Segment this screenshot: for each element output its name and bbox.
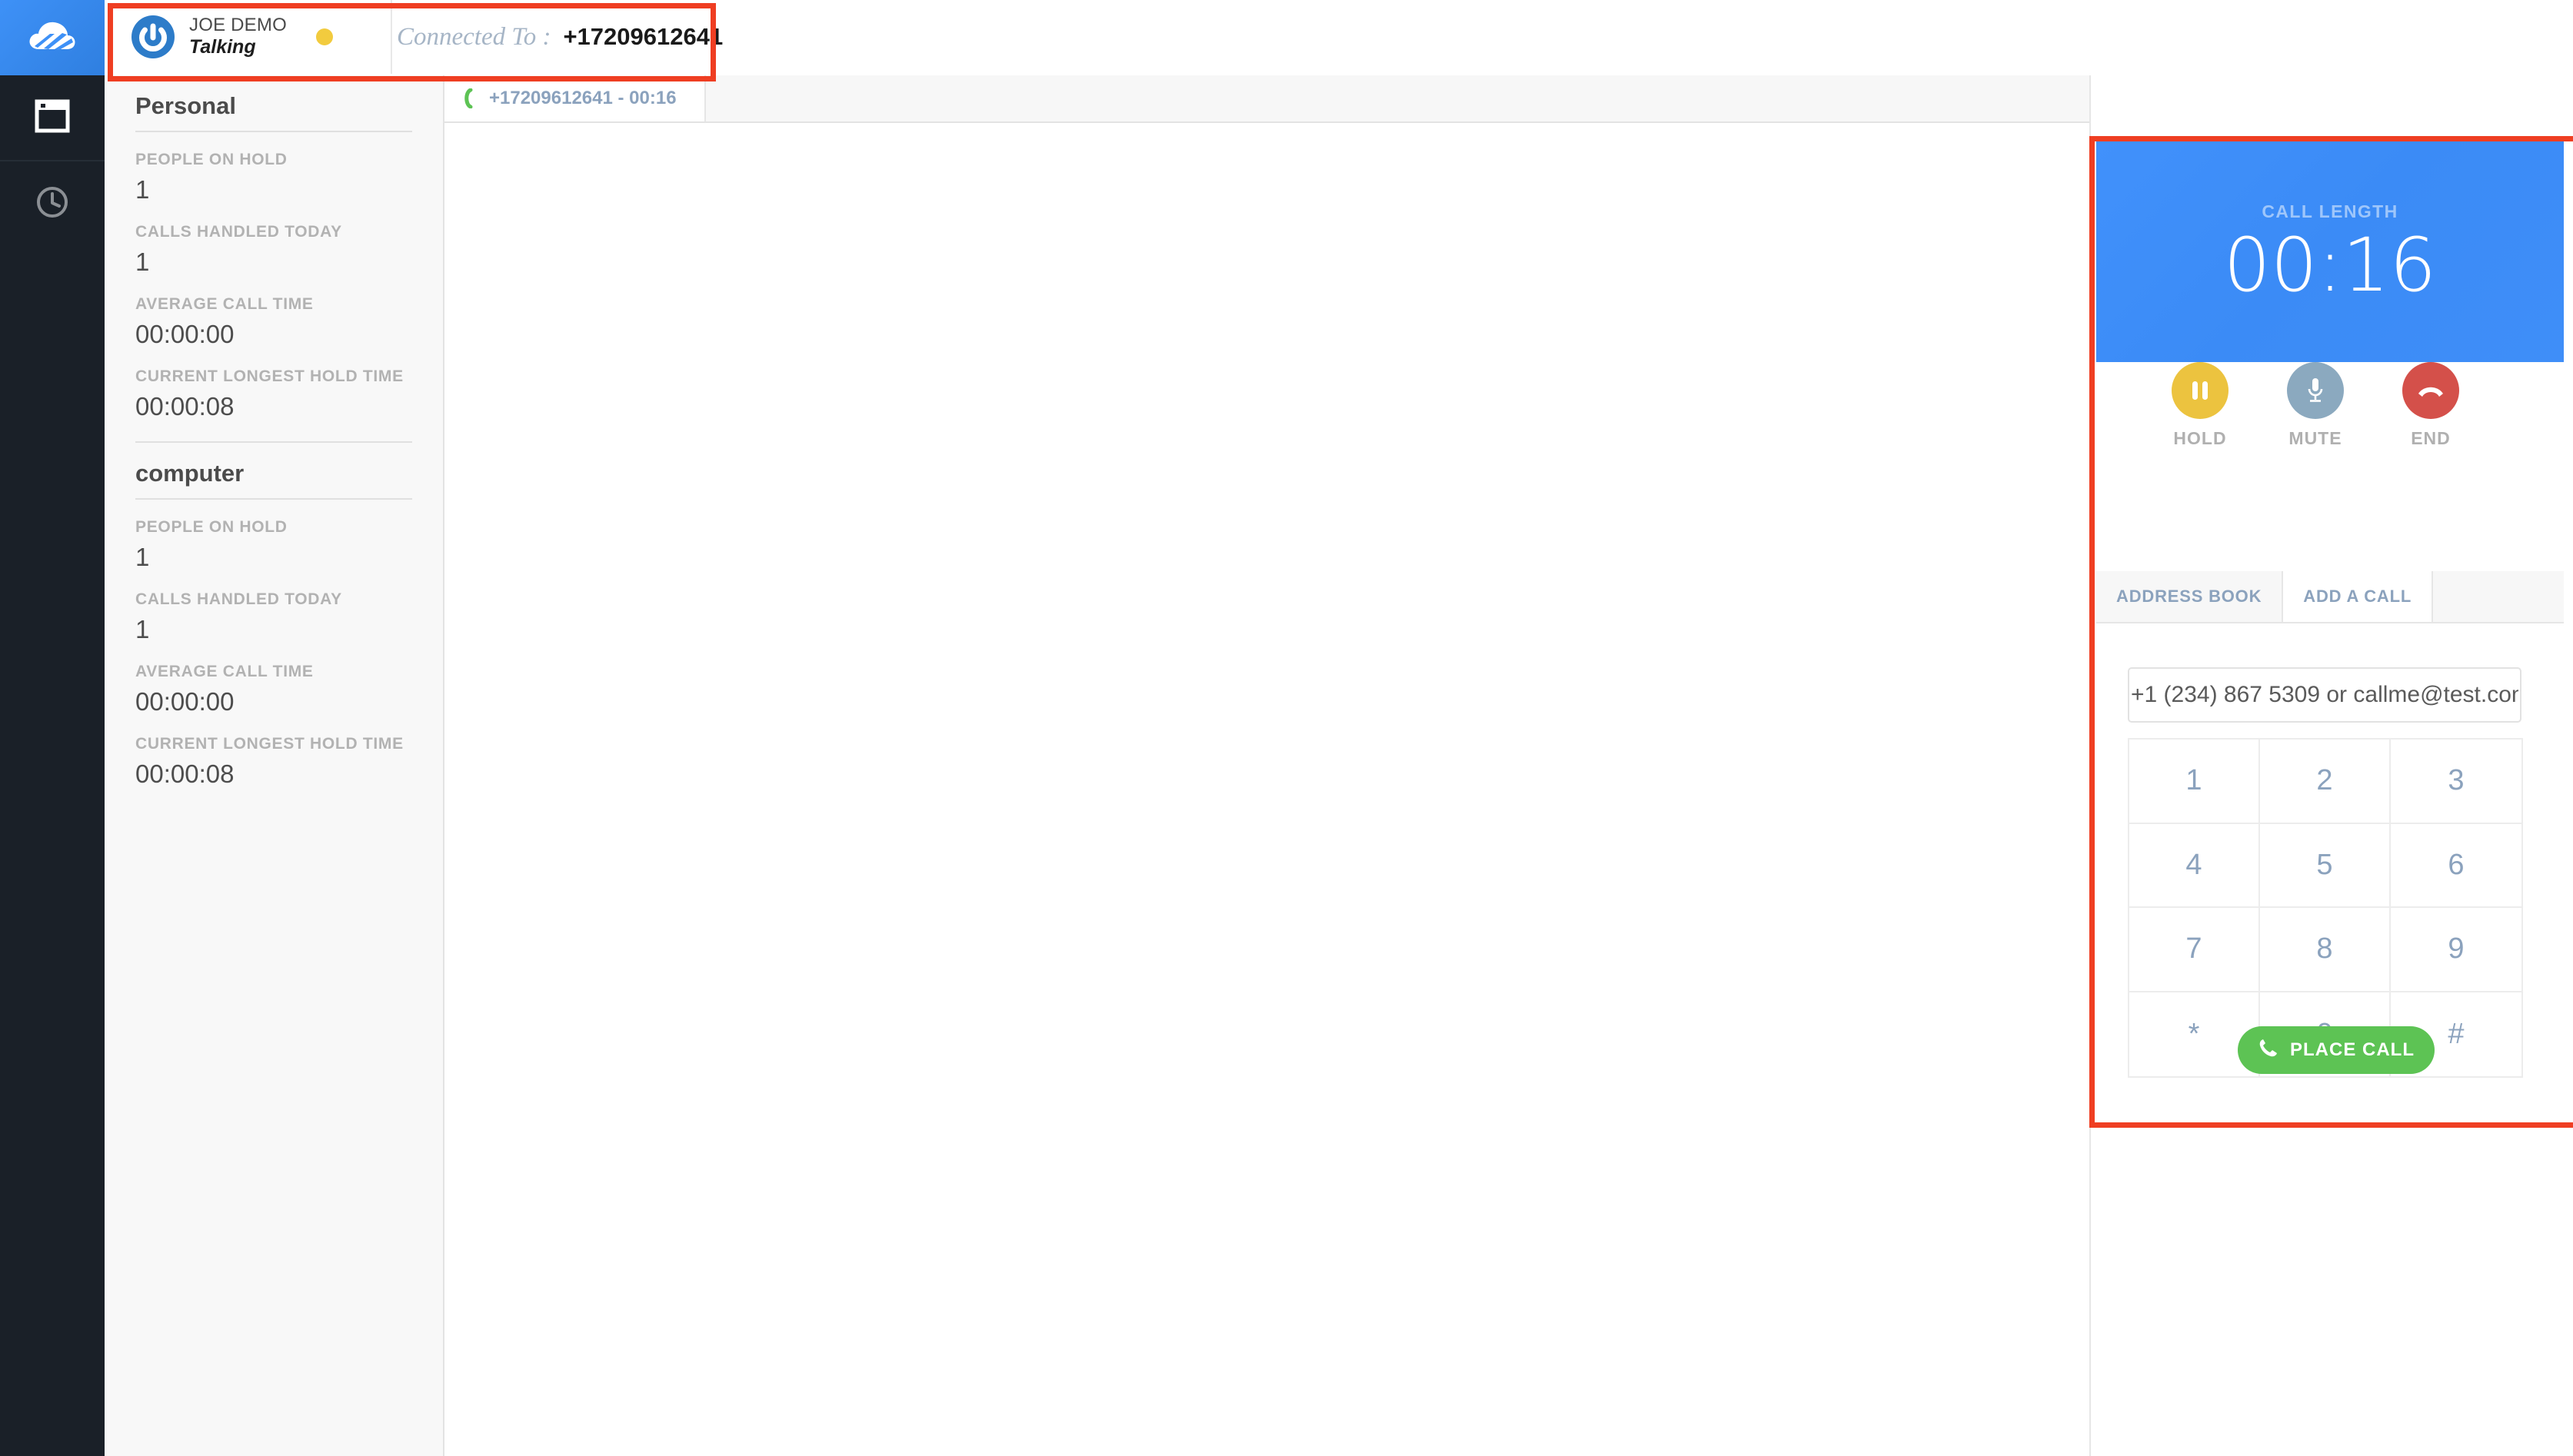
dialpad-key-2[interactable]: 2	[2260, 740, 2391, 824]
stat-group-title: computer	[135, 441, 412, 500]
pause-icon	[2172, 362, 2228, 419]
phone-active-icon	[458, 88, 475, 109]
dialpad-key-9[interactable]: 9	[2391, 908, 2521, 992]
stat-item: AVERAGE CALL TIME 00:00:00	[135, 644, 412, 716]
connected-to-label: Connected To :	[397, 22, 551, 51]
dial-number-input[interactable]	[2128, 667, 2521, 723]
left-icon-rail	[0, 0, 105, 1456]
phone-handset-icon	[2258, 1038, 2278, 1063]
hold-label: HOLD	[2173, 428, 2227, 448]
place-call-button[interactable]: PLACE CALL	[2238, 1026, 2435, 1074]
tab-add-a-call[interactable]: ADD A CALL	[2283, 571, 2434, 622]
stat-item: PEOPLE ON HOLD 1	[135, 500, 412, 572]
stat-label: CURRENT LONGEST HOLD TIME	[135, 735, 404, 753]
call-center-app: JOE DEMO Talking Connected To : +1720961…	[0, 0, 2573, 1456]
stat-value: 00:00:00	[135, 687, 235, 716]
status-badge	[315, 28, 333, 45]
stat-value: 1	[135, 615, 150, 643]
agent-status-box[interactable]: JOE DEMO Talking	[111, 0, 392, 74]
hold-button[interactable]: HOLD	[2142, 362, 2258, 449]
dialer-tabs: ADDRESS BOOK ADD A CALL	[2096, 571, 2564, 623]
agent-identity: JOE DEMO Talking	[189, 15, 287, 59]
microphone-icon	[2287, 362, 2344, 419]
dialpad-key-7[interactable]: 7	[2129, 908, 2260, 992]
cloud-logo-icon	[28, 18, 76, 58]
mute-button[interactable]: MUTE	[2258, 362, 2373, 449]
stats-sidebar: Personal PEOPLE ON HOLD 1 CALLS HANDLED …	[105, 75, 444, 1456]
agent-state: Talking	[189, 36, 256, 58]
stat-item: CALLS HANDLED TODAY 1	[135, 204, 412, 277]
stat-label: CALLS HANDLED TODAY	[135, 590, 342, 608]
connected-to-number: +17209612641	[563, 23, 724, 50]
app-logo[interactable]	[0, 0, 105, 75]
end-call-button[interactable]: END	[2373, 362, 2488, 449]
dialpad-key-4[interactable]: 4	[2129, 823, 2260, 908]
hangup-phone-icon	[2402, 362, 2459, 419]
stat-label: CALLS HANDLED TODAY	[135, 223, 342, 241]
clock-history-icon	[35, 184, 70, 224]
place-call-label: PLACE CALL	[2290, 1039, 2415, 1060]
dialpad-key-3[interactable]: 3	[2391, 740, 2521, 824]
active-call-tab[interactable]: +17209612641 - 00:16	[444, 75, 706, 121]
stat-label: CURRENT LONGEST HOLD TIME	[135, 367, 404, 385]
connected-to-block: Connected To : +17209612641	[397, 0, 723, 74]
dialpad-key-6[interactable]: 6	[2391, 824, 2521, 908]
stat-value: 1	[135, 248, 150, 276]
call-tab-label: +17209612641 - 00:16	[489, 88, 677, 108]
stat-item: CALLS HANDLED TODAY 1	[135, 572, 412, 644]
dialpad-key-star[interactable]: *	[2129, 992, 2260, 1076]
stat-value: 1	[135, 175, 150, 204]
stat-item: AVERAGE CALL TIME 00:00:00	[135, 277, 412, 349]
stat-value: 00:00:08	[135, 392, 235, 421]
stat-value: 00:00:00	[135, 320, 235, 348]
end-label: END	[2411, 428, 2451, 448]
stat-value: 1	[135, 543, 150, 571]
stat-item: CURRENT LONGEST HOLD TIME 00:00:08	[135, 349, 412, 421]
sidebar-item-dashboard[interactable]	[0, 75, 105, 161]
dialpad-key-8[interactable]: 8	[2260, 908, 2391, 992]
call-controls: HOLD MUTE END	[2096, 362, 2564, 485]
stat-label: AVERAGE CALL TIME	[135, 663, 314, 680]
stat-group-computer: computer PEOPLE ON HOLD 1 CALLS HANDLED …	[105, 441, 443, 789]
sidebar-item-history[interactable]	[0, 161, 105, 246]
main-content-area	[444, 123, 2089, 1456]
stat-label: PEOPLE ON HOLD	[135, 151, 288, 168]
stat-item: PEOPLE ON HOLD 1	[135, 132, 412, 204]
stat-group-personal: Personal PEOPLE ON HOLD 1 CALLS HANDLED …	[105, 75, 443, 421]
stat-item: CURRENT LONGEST HOLD TIME 00:00:08	[135, 716, 412, 789]
call-length-value: 00:16	[2223, 222, 2437, 308]
dialer-panel: CALL LENGTH 00:16 HOLD MUTE END ADDRESS …	[2089, 75, 2573, 1456]
stat-group-title: Personal	[135, 75, 412, 132]
mute-label: MUTE	[2288, 428, 2342, 448]
dashboard-window-icon	[35, 99, 70, 137]
call-length-label: CALL LENGTH	[2262, 201, 2398, 221]
stat-label: AVERAGE CALL TIME	[135, 295, 314, 313]
power-button-avatar-icon	[131, 15, 175, 59]
stat-label: PEOPLE ON HOLD	[135, 518, 288, 536]
dialpad-key-1[interactable]: 1	[2129, 740, 2260, 824]
tab-address-book[interactable]: ADDRESS BOOK	[2096, 571, 2284, 622]
dialpad-key-5[interactable]: 5	[2260, 823, 2391, 908]
agent-name: JOE DEMO	[189, 15, 287, 36]
call-length-banner: CALL LENGTH 00:16	[2096, 141, 2564, 362]
top-header-bar: JOE DEMO Talking Connected To : +1720961…	[105, 0, 2573, 77]
stat-value: 00:00:08	[135, 760, 235, 788]
call-tab-strip: +17209612641 - 00:16	[444, 75, 2089, 123]
